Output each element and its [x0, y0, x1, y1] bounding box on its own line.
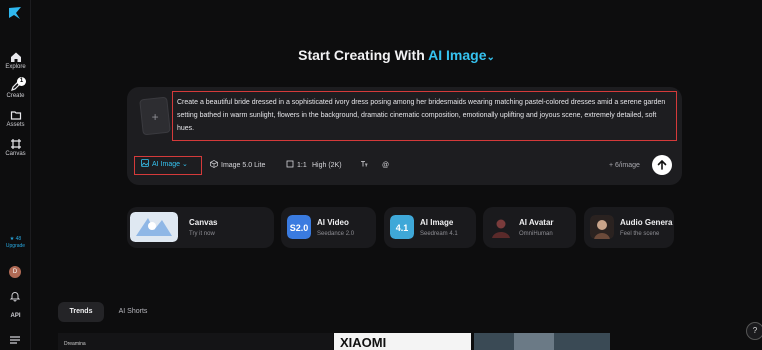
cube-icon [210, 160, 218, 168]
bell-icon[interactable] [9, 290, 21, 302]
tile-subtitle: OmniHuman [519, 231, 553, 237]
text-settings-button[interactable] [360, 156, 371, 175]
tile-title: AI Video [317, 218, 349, 227]
help-button[interactable]: ? [746, 322, 762, 340]
menu-icon[interactable] [9, 335, 21, 345]
mention-button[interactable]: @ [382, 156, 389, 175]
square-icon [286, 160, 294, 168]
tool-tile-ai-video[interactable]: S2.0 AI Video Seedance 2.0 [281, 207, 376, 248]
gallery-card-brand: Dreamina [64, 341, 86, 347]
tab-trends[interactable]: Trends [58, 302, 104, 322]
quality-select[interactable]: High (2K) [312, 156, 342, 175]
sidebar-item-label: Canvas [5, 151, 26, 157]
add-reference-button[interactable]: + [139, 96, 171, 136]
tile-title: Canvas [189, 218, 218, 227]
title-prefix: Start Creating With [298, 47, 429, 63]
model-version-label: Image 5.0 Lite [221, 162, 266, 169]
arrow-up-icon [657, 159, 667, 170]
api-link[interactable]: API [0, 313, 31, 319]
title-model-dropdown[interactable]: AI Image [428, 47, 486, 63]
tab-ai-shorts[interactable]: AI Shorts [110, 302, 156, 322]
tile-title: AI Avatar [519, 218, 554, 227]
page-title: Start Creating With AI Image⌄ [0, 47, 762, 63]
sidebar-item-assets[interactable]: Assets [0, 109, 31, 128]
audio-thumbnail-icon [590, 215, 614, 239]
model-label: AI Image [152, 161, 181, 168]
svg-text:4.1: 4.1 [396, 223, 409, 233]
tool-tile-ai-avatar[interactable]: AI Avatar OmniHuman [483, 207, 576, 248]
sidebar-item-canvas[interactable]: Canvas [0, 138, 31, 157]
gallery-card-text: XIAOMI [340, 335, 387, 350]
aspect-ratio-label: 1:1 [297, 162, 307, 169]
tool-tile-audio[interactable]: Audio Genera Feel the scene [584, 207, 674, 248]
chevron-down-icon[interactable]: ⌄ [487, 52, 495, 63]
tile-subtitle: Seedance 2.0 [317, 231, 355, 237]
model-select-button[interactable]: AI Image ⌄ [134, 156, 202, 175]
folder-icon [10, 111, 21, 120]
app-logo-icon[interactable] [7, 5, 23, 21]
image-thumbnail-icon: 4.1 [390, 215, 414, 239]
gallery-card[interactable]: XIAOMI [334, 333, 471, 350]
credits-amount: ★ 48 [9, 236, 22, 242]
tool-tile-canvas[interactable]: Canvas Try it now [127, 207, 274, 248]
send-button[interactable] [652, 155, 672, 175]
canvas-icon [10, 139, 21, 149]
avatar-thumbnail-icon [489, 215, 513, 239]
notification-badge: 1 [17, 77, 26, 86]
sidebar-item-label: Create [6, 93, 25, 99]
gallery-card[interactable] [474, 333, 610, 350]
gallery-card-image [514, 333, 554, 350]
image-icon [141, 159, 149, 167]
tool-tile-ai-image[interactable]: 4.1 AI Image Seedream 4.1 [384, 207, 476, 248]
at-icon: @ [382, 162, 390, 169]
tile-subtitle: Seedream 4.1 [420, 231, 458, 237]
credits-badge[interactable]: ★ 48 Upgrade [0, 236, 31, 250]
tile-subtitle: Feel the scene [620, 231, 660, 237]
cost-label: + 6/image [609, 162, 640, 169]
tile-title: Audio Genera [620, 218, 673, 227]
prompt-input[interactable]: Create a beautiful bride dressed in a so… [172, 91, 677, 141]
gallery-card[interactable]: Dreamina [58, 333, 333, 350]
text-settings-icon [361, 161, 368, 167]
chevron-down-icon: ⌄ [181, 161, 188, 168]
upgrade-link[interactable]: Upgrade [0, 243, 31, 250]
canvas-thumbnail-icon [130, 212, 178, 242]
sidebar-item-label: Explore [5, 64, 26, 70]
video-thumbnail-icon: S2.0 [287, 215, 311, 239]
quality-label: High (2K) [312, 162, 342, 169]
plus-icon: + [151, 109, 159, 124]
avatar[interactable]: D [9, 266, 21, 278]
sidebar-item-create[interactable]: 1 Create [0, 77, 31, 99]
model-version-select[interactable]: Image 5.0 Lite [210, 156, 265, 175]
aspect-ratio-select[interactable]: 1:1 [286, 156, 307, 175]
tile-title: AI Image [420, 218, 454, 227]
sidebar-item-label: Assets [6, 122, 25, 128]
svg-text:S2.0: S2.0 [290, 223, 309, 233]
tile-subtitle: Try it now [189, 231, 215, 237]
